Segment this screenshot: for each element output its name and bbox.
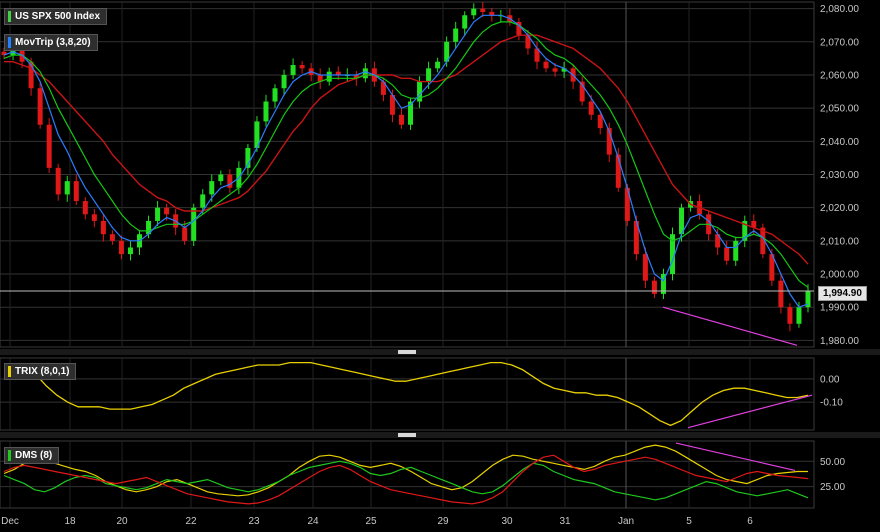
candle-body (588, 101, 594, 115)
price-y-tick: 2,050.00 (820, 104, 859, 115)
trix-y-tick: -0.10 (820, 398, 843, 409)
price-y-tick: 2,020.00 (820, 203, 859, 214)
candle-body (182, 227, 188, 241)
candle-body (435, 61, 441, 69)
candle-body (724, 247, 730, 261)
x-tick: 24 (307, 516, 319, 527)
chart-canvas: 2,080.00 2,070.00 2,060.00 2,050.00 2,040.00… (0, 1, 880, 527)
candle-body (290, 65, 296, 75)
x-tick: 6 (747, 516, 753, 527)
study-dms: DMS (8) (15, 450, 53, 461)
trix-swatch (8, 366, 11, 377)
study-tag-movtrip[interactable]: MovTrip (3,8,20) (4, 34, 98, 51)
candle-body (218, 174, 224, 182)
x-tick: 25 (365, 516, 377, 527)
candle-body (82, 201, 88, 215)
candle-body (118, 240, 124, 255)
candle-body (733, 240, 739, 261)
price-y-tick: 2,060.00 (820, 70, 859, 81)
splitter-grip-0 (398, 350, 416, 354)
price-title-tag[interactable]: US SPX 500 Index (4, 8, 108, 25)
candle-body (543, 61, 549, 69)
panel-splitter-0 (0, 349, 880, 355)
candle-body (480, 8, 486, 12)
candle-body (362, 68, 368, 79)
candle-body (227, 174, 233, 188)
x-tick: Dec (1, 516, 19, 527)
candle-body (787, 307, 793, 324)
dms-y-tick: 25.00 (820, 482, 845, 493)
price-y-tick: 2,070.00 (820, 37, 859, 48)
candle-body (46, 124, 52, 168)
candle-body (426, 68, 432, 82)
candle-body (398, 114, 404, 125)
candle-body (642, 254, 648, 281)
study-tag-trix[interactable]: TRIX (8,0,1) (4, 363, 77, 380)
price-swatch (8, 11, 11, 22)
x-tick: 5 (686, 516, 692, 527)
study-tag-dms[interactable]: DMS (8) (4, 447, 60, 464)
price-y-tick: 2,080.00 (820, 4, 859, 15)
candle-body (109, 234, 115, 241)
candle-body (100, 220, 106, 235)
candle-body (209, 181, 215, 195)
price-y-tick: 2,010.00 (820, 236, 859, 247)
candle-body (200, 194, 206, 208)
candle-body (326, 71, 332, 82)
movtrip-swatch (8, 37, 11, 48)
candle-body (299, 65, 305, 69)
splitter-grip-1 (398, 433, 416, 437)
candle-body (191, 207, 197, 241)
x-tick: 23 (248, 516, 260, 527)
price-title: US SPX 500 Index (15, 11, 101, 22)
candle-body (263, 101, 269, 122)
dms-swatch (8, 450, 11, 461)
candle-body (778, 280, 784, 308)
x-tick: 29 (437, 516, 449, 527)
x-tick: 31 (559, 516, 571, 527)
candle-body (155, 207, 161, 221)
candle-body (281, 74, 287, 89)
price-y-tick: 2,000.00 (820, 270, 859, 281)
price-y-tick: 1,990.00 (820, 303, 859, 314)
price-y-tick: 2,040.00 (820, 137, 859, 148)
candle-body (91, 214, 97, 221)
x-tick: Jan (618, 516, 634, 527)
candle-body (73, 181, 79, 202)
candle-body (796, 307, 802, 324)
candle-body (462, 15, 468, 29)
x-tick: 20 (116, 516, 128, 527)
candle-body (64, 181, 70, 195)
x-tick: 22 (185, 516, 197, 527)
candle-body (453, 28, 459, 42)
candle-body (272, 88, 278, 102)
study-movtrip: MovTrip (3,8,20) (15, 37, 91, 48)
x-tick: 18 (64, 516, 76, 527)
candle-body (37, 88, 43, 125)
last-price-badge: 1,994.90 (818, 286, 867, 301)
trix-y-tick: 0.00 (820, 374, 840, 385)
candle-body (164, 207, 170, 215)
panel-splitter-1 (0, 432, 880, 438)
x-tick: 30 (501, 516, 513, 527)
candle-body (55, 167, 61, 195)
candle-body (552, 68, 558, 72)
price-y-tick: 1,980.00 (820, 336, 859, 347)
candle-body (651, 280, 657, 294)
price-y-tick: 2,030.00 (820, 170, 859, 181)
candle-body (471, 8, 477, 16)
study-trix: TRIX (8,0,1) (15, 366, 70, 377)
candle-body (127, 247, 133, 255)
dms-y-tick: 50.00 (820, 457, 845, 468)
